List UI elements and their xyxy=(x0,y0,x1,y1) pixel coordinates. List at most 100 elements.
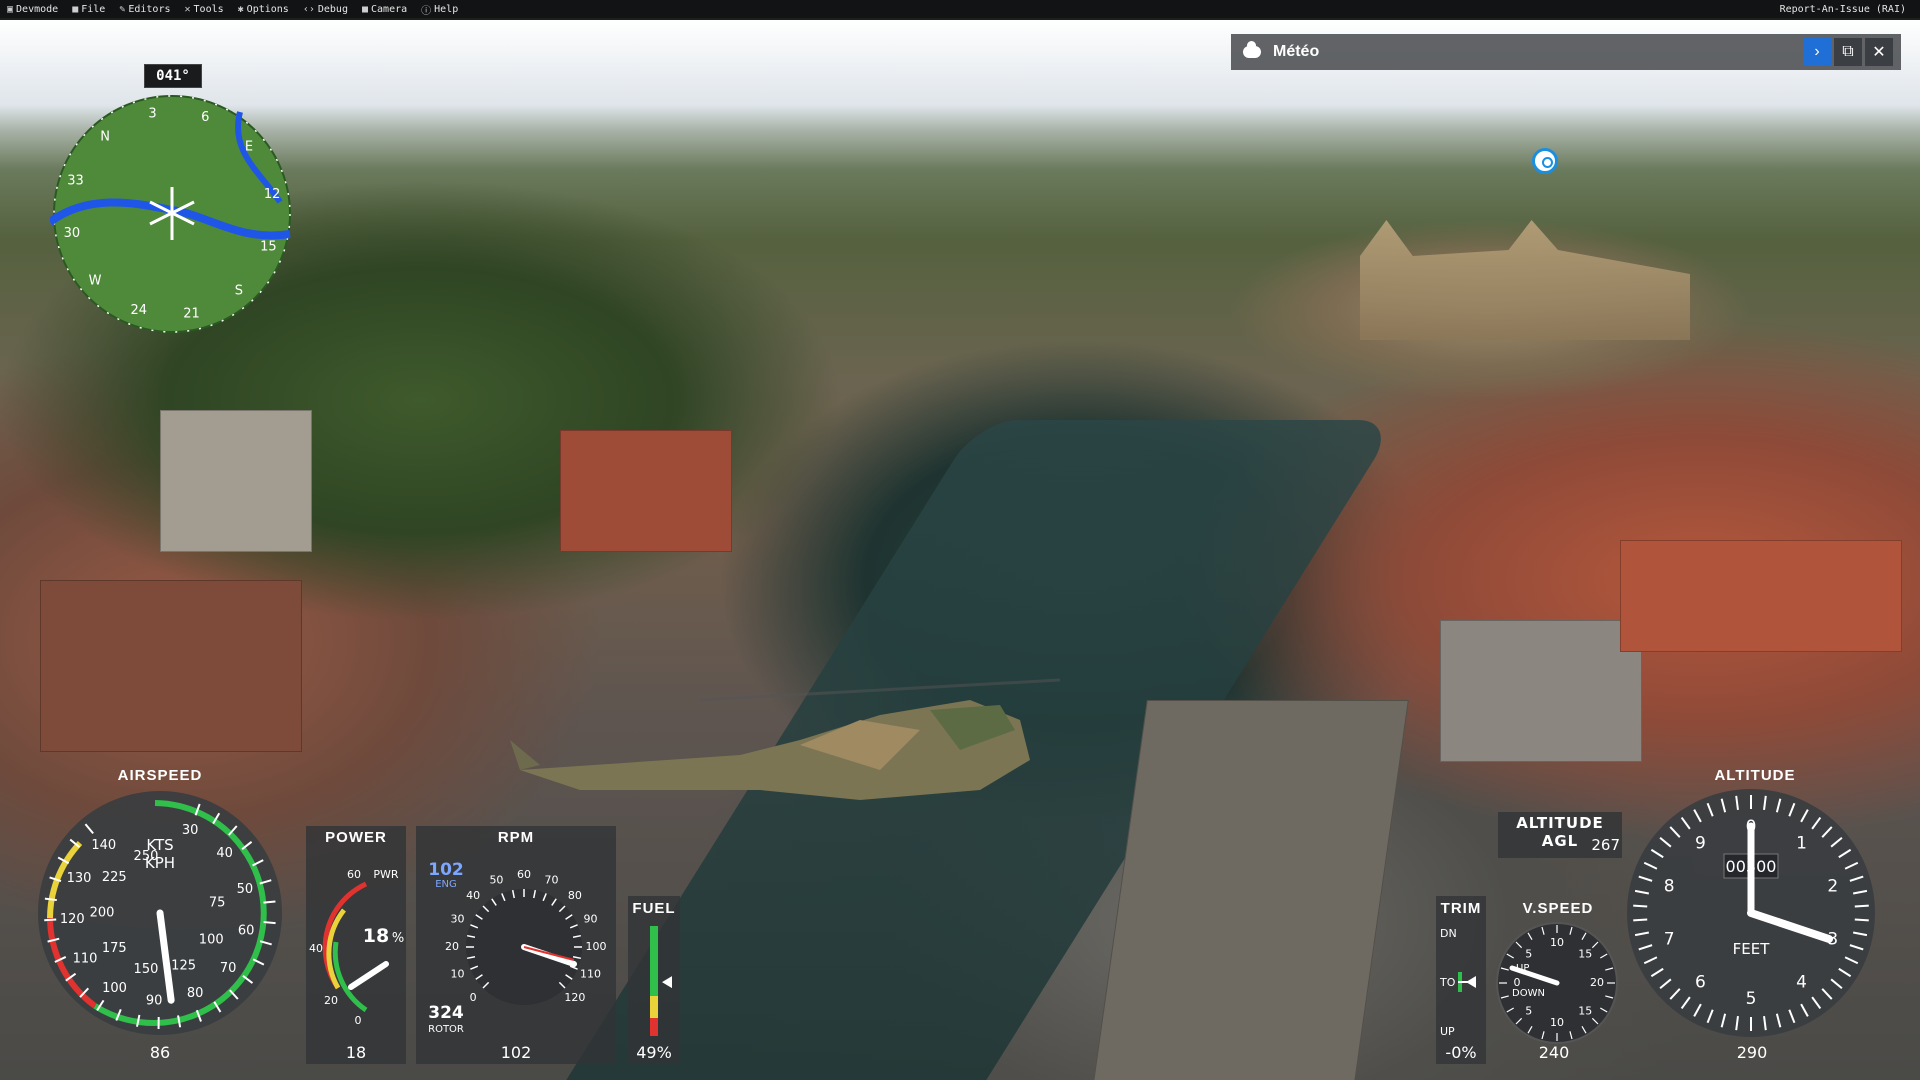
code-icon: ‹› xyxy=(302,3,315,15)
fuel-value: 49% xyxy=(636,1043,672,1062)
rpm-tick: 20 xyxy=(445,940,459,953)
vspeed-tick: 5 xyxy=(1525,1004,1532,1017)
building xyxy=(40,580,302,752)
trim-value: -0% xyxy=(1445,1043,1477,1062)
airspeed-gauge: 30405060708090100110120130140 7510012515… xyxy=(38,791,282,1035)
kph-units: KPH xyxy=(145,854,175,872)
menu-tools[interactable]: ✕ Tools xyxy=(178,0,231,18)
rpm-tick: 70 xyxy=(545,873,559,886)
gauge-tick xyxy=(1854,904,1869,908)
altitude-value: 290 xyxy=(1736,1043,1768,1062)
vspeed-tick: 10 xyxy=(1550,936,1564,949)
cathedral xyxy=(1360,220,1690,340)
close-icon: ✕ xyxy=(1872,44,1886,61)
kts-tick: 120 xyxy=(60,912,85,927)
menu-label: Devmode xyxy=(16,3,59,15)
external-window-icon: ⧉ xyxy=(1842,43,1854,60)
compass-label: 12 xyxy=(264,187,281,202)
rpm-tick: 80 xyxy=(568,889,582,902)
menu-label: Camera xyxy=(371,3,408,15)
altitude-label: ALTITUDE xyxy=(1714,767,1796,784)
compass-label: W xyxy=(89,273,102,288)
altitude-agl-value: 267 xyxy=(1591,836,1620,854)
kph-tick: 200 xyxy=(90,906,115,921)
rpm-tick: 50 xyxy=(489,873,503,886)
menu-help[interactable]: ⓘ Help xyxy=(414,0,465,18)
folder-icon: ■ xyxy=(72,3,79,15)
vspeed-tick: 15 xyxy=(1578,1004,1592,1017)
undock-button[interactable]: ⧉ xyxy=(1834,38,1862,66)
menu-file[interactable]: ■ File xyxy=(65,0,112,18)
compass-label: N xyxy=(100,130,110,145)
power-tick: 0 xyxy=(355,1014,362,1027)
power-label: POWER xyxy=(325,829,387,846)
fuel-gauge xyxy=(650,926,672,1036)
power-tick: 20 xyxy=(324,994,338,1007)
menu-devmode[interactable]: ▣ Devmode xyxy=(0,0,65,18)
kph-tick: 100 xyxy=(199,933,224,948)
eng-rpm-value: 102 xyxy=(428,860,464,880)
chevron-right-icon: › xyxy=(1814,43,1820,60)
rpm-tick: 110 xyxy=(580,968,601,981)
gauge-tick xyxy=(263,900,276,904)
report-issue-link[interactable]: Report-An-Issue (RAI) xyxy=(1780,4,1920,15)
menu-label: Help xyxy=(434,3,459,15)
expand-button[interactable]: › xyxy=(1803,38,1831,66)
kts-tick: 40 xyxy=(216,846,233,861)
gauge-tick xyxy=(44,918,57,922)
altitude-tick: 2 xyxy=(1827,876,1838,896)
building xyxy=(560,430,732,552)
power-percent: 18 xyxy=(363,925,389,947)
rpm-value: 102 xyxy=(500,1043,532,1062)
fuel-level-pointer xyxy=(662,976,672,989)
rotor-label: ROTOR xyxy=(428,1024,464,1035)
kts-tick: 100 xyxy=(102,981,127,996)
menu-options[interactable]: ✱ Options xyxy=(231,0,296,18)
rpm-label: RPM xyxy=(497,829,535,846)
kts-tick: 80 xyxy=(187,986,204,1001)
altitude-tick: 7 xyxy=(1664,930,1675,950)
menu-debug[interactable]: ‹› Debug xyxy=(296,0,355,18)
power-needle xyxy=(348,961,389,990)
menu-label: Debug xyxy=(317,3,348,15)
rpm-tick: 60 xyxy=(517,868,531,881)
compass-label: 3 xyxy=(148,106,156,121)
meteo-panel: Météo › ⧉ ✕ xyxy=(1231,34,1901,70)
trim-pointer xyxy=(1466,976,1476,988)
rpm-tick: 100 xyxy=(586,940,607,953)
fuel-label: FUEL xyxy=(632,900,676,917)
menu-label: Options xyxy=(246,3,289,15)
kph-tick: 75 xyxy=(209,895,226,910)
building xyxy=(1093,700,1409,1080)
airspeed-label: AIRSPEED xyxy=(117,767,203,784)
tools-icon: ✕ xyxy=(184,3,191,15)
menu-camera[interactable]: ■ Camera xyxy=(355,0,414,18)
rpm-tick: 0 xyxy=(470,991,477,1004)
gauge-tick xyxy=(263,921,276,925)
rpm-tick: 120 xyxy=(564,991,585,1004)
eng-label: ENG xyxy=(435,879,457,890)
altitude-feet: FEET xyxy=(1733,940,1771,958)
gauge-tick xyxy=(1633,904,1648,908)
kts-tick: 30 xyxy=(182,823,199,838)
trim-gauge: DN TO UP xyxy=(1439,927,1476,1038)
pencil-icon: ✎ xyxy=(119,3,126,15)
helicopter xyxy=(510,678,1060,800)
menu-editors[interactable]: ✎ Editors xyxy=(112,0,177,18)
meteo-buttons: › ⧉ ✕ xyxy=(1803,38,1893,66)
compass-label: 24 xyxy=(131,303,148,318)
kph-tick: 225 xyxy=(102,870,127,885)
close-button[interactable]: ✕ xyxy=(1865,38,1893,66)
vspeed-label: V.SPEED xyxy=(1522,900,1594,917)
altitude-tick: 1 xyxy=(1796,833,1807,853)
location-pin-icon[interactable] xyxy=(1532,148,1558,174)
kts-tick: 50 xyxy=(237,882,254,897)
power-gauge: 60 40 20 0 PWR 18 % xyxy=(309,868,404,1027)
pwr-label: PWR xyxy=(373,868,399,881)
airspeed-value: 86 xyxy=(149,1043,171,1062)
compass-label: 33 xyxy=(67,173,84,188)
vspeed-gauge: 0510152015105 UP DOWN xyxy=(1496,922,1618,1044)
vspeed-tick: 10 xyxy=(1550,1016,1564,1029)
compass-label: 21 xyxy=(183,307,200,322)
cloud-icon xyxy=(1243,41,1261,58)
